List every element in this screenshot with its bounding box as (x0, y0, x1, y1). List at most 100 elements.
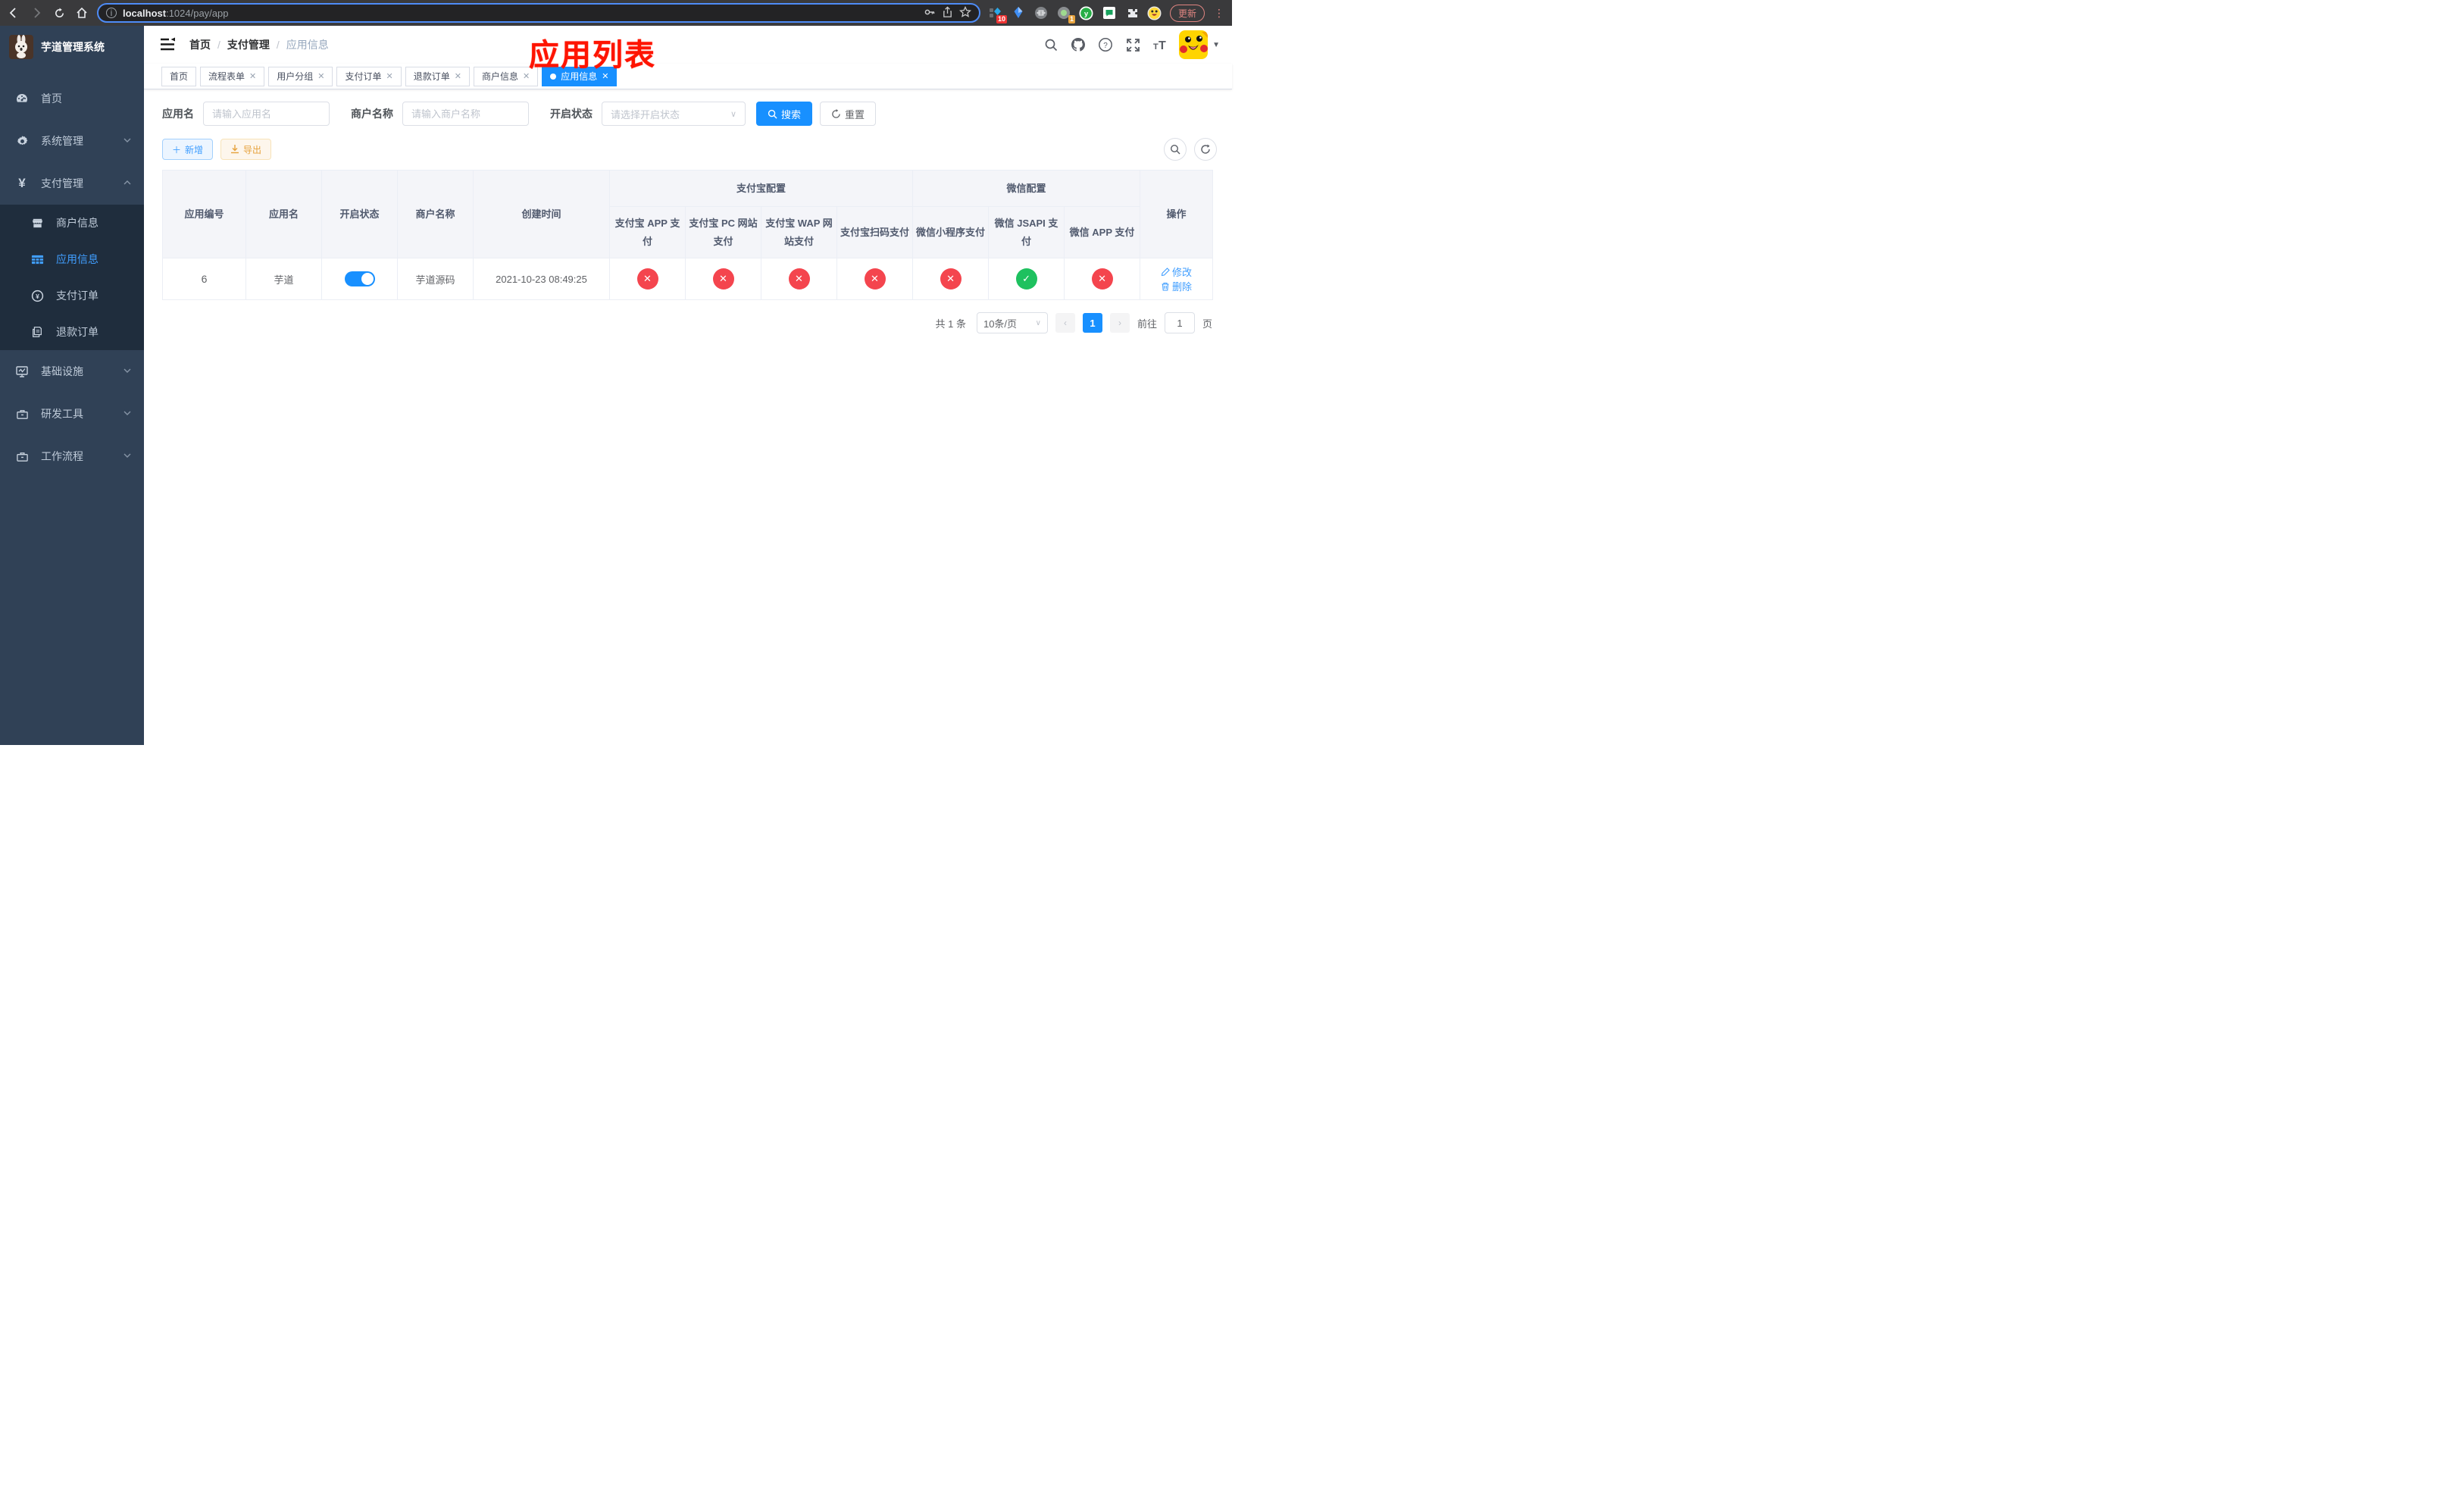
profile-emoji-icon[interactable] (1147, 5, 1162, 20)
merchant-name-input[interactable] (402, 102, 529, 126)
goto-page-input[interactable] (1164, 312, 1195, 334)
help-icon[interactable]: ? (1097, 36, 1114, 53)
address-bar[interactable]: i localhost:1024/pay/app (97, 3, 980, 23)
extension-balloon-icon[interactable] (1011, 5, 1026, 20)
sidebar: 芋道管理系统 首页 系统管理 ¥ 支付管理 商户信息 应用信息 ¥ 支付订单 退… (0, 26, 144, 745)
tab-user-group[interactable]: 用户分组 ✕ (268, 66, 333, 86)
password-key-icon[interactable] (924, 6, 936, 20)
cell-wechat-jsapi: ✓ (988, 258, 1065, 301)
tab-process-form[interactable]: 流程表单 ✕ (200, 66, 265, 86)
url-host: localhost (123, 7, 167, 19)
col-merchant: 商户名称 (397, 169, 474, 259)
sidebar-item-label: 应用信息 (56, 253, 98, 265)
status-label: 开启状态 (550, 108, 593, 120)
close-icon[interactable]: ✕ (386, 71, 393, 81)
col-app-name: 应用名 (245, 169, 322, 259)
extension-chat-icon[interactable] (1102, 5, 1117, 20)
search-icon[interactable] (1043, 36, 1059, 53)
cell-alipay-qr: ✕ (836, 258, 914, 301)
next-page-button[interactable]: › (1109, 313, 1130, 333)
page-number-1[interactable]: 1 (1082, 313, 1102, 333)
sidebar-item-pay-order[interactable]: ¥ 支付订单 (0, 277, 144, 314)
cell-app-id: 6 (162, 258, 246, 301)
bookmark-star-icon[interactable] (958, 5, 972, 20)
tab-refund-order[interactable]: 退款订单 ✕ (405, 66, 470, 86)
plus-icon: ＋ (172, 144, 182, 155)
browser-back-icon[interactable] (6, 5, 21, 20)
sidebar-item-infra[interactable]: 基础设施 (0, 350, 144, 393)
tab-pay-order[interactable]: 支付订单 ✕ (336, 66, 402, 86)
browser-forward-icon[interactable] (29, 5, 44, 20)
share-icon[interactable] (942, 6, 953, 20)
extensions-tray: 10 1 y (988, 5, 1162, 23)
wechat-jsapi-status-icon: ✓ (1015, 268, 1037, 290)
breadcrumb-home[interactable]: 首页 (189, 37, 211, 52)
browser-update-button[interactable]: 更新 (1169, 4, 1205, 22)
prev-page-button[interactable]: ‹ (1055, 313, 1075, 333)
table-tools (1164, 138, 1217, 161)
col-app-id: 应用编号 (162, 169, 246, 259)
add-button[interactable]: ＋ 新增 (162, 139, 214, 160)
sidebar-item-system[interactable]: 系统管理 (0, 120, 144, 162)
extensions-puzzle-icon[interactable] (1124, 5, 1140, 20)
alipay-pc-status-icon: ✕ (712, 268, 734, 290)
row-status-switch[interactable] (344, 271, 375, 287)
status-select[interactable]: 请选择开启状态 ∨ (602, 102, 746, 126)
extension-diamond-icon[interactable]: 10 (988, 5, 1007, 23)
sidebar-item-app-info[interactable]: 应用信息 (0, 241, 144, 277)
top-navbar: 首页 / 支付管理 / 应用信息 ? T T ▼ (144, 26, 1232, 64)
url-path: :1024/pay/app (166, 7, 229, 19)
show-search-icon-button[interactable] (1164, 138, 1187, 161)
extension-command-icon[interactable] (1033, 5, 1049, 20)
close-icon[interactable]: ✕ (249, 71, 256, 81)
browser-reload-icon[interactable] (52, 5, 67, 20)
app-title: 芋道管理系统 (41, 41, 105, 53)
edit-link[interactable]: 修改 (1161, 265, 1192, 279)
close-icon[interactable]: ✕ (455, 71, 461, 81)
sidebar-item-merchant-info[interactable]: 商户信息 (0, 205, 144, 241)
sidebar-logo[interactable]: 芋道管理系统 (0, 26, 144, 68)
sidebar-item-label: 基础设施 (41, 365, 83, 377)
col-group-wechat: 微信配置 (912, 169, 1141, 208)
col-alipay-app: 支付宝 APP 支付 (609, 206, 686, 259)
font-size-icon[interactable]: TT (1152, 36, 1168, 53)
breadcrumb-pay[interactable]: 支付管理 (227, 37, 270, 52)
user-menu[interactable]: ▼ (1179, 30, 1220, 59)
delete-link[interactable]: 删除 (1161, 279, 1192, 293)
fullscreen-icon[interactable] (1124, 36, 1141, 53)
browser-menu-icon[interactable]: ⋮ (1212, 7, 1226, 20)
sidebar-item-pay[interactable]: ¥ 支付管理 (0, 162, 144, 205)
sidebar-toggle-icon[interactable] (159, 36, 176, 53)
reset-button[interactable]: 重置 (820, 102, 877, 126)
sidebar-item-dev-tools[interactable]: 研发工具 (0, 393, 144, 435)
extension-y-icon[interactable]: y (1079, 5, 1094, 20)
github-icon[interactable] (1070, 36, 1087, 53)
pagination: 共 1 条 10条/页 ∨ ‹ 1 › 前往 页 (162, 312, 1212, 334)
search-form: 应用名 商户名称 开启状态 请选择开启状态 ∨ 搜索 重置 (162, 102, 1217, 126)
site-info-icon[interactable]: i (106, 8, 117, 18)
chevron-down-icon (123, 450, 132, 462)
url-text[interactable]: localhost:1024/pay/app (123, 8, 918, 19)
app-name-input[interactable] (203, 102, 330, 126)
close-icon[interactable]: ✕ (317, 71, 324, 81)
col-wechat-app: 微信 APP 支付 (1064, 206, 1141, 259)
user-avatar[interactable] (1179, 30, 1209, 59)
alipay-wap-status-icon: ✕ (788, 268, 810, 290)
tab-home[interactable]: 首页 (161, 66, 197, 86)
col-status: 开启状态 (321, 169, 398, 259)
page-size-select[interactable]: 10条/页 ∨ (976, 312, 1048, 334)
search-button[interactable]: 搜索 (756, 102, 813, 126)
svg-text:y: y (1084, 10, 1089, 18)
refresh-icon-button[interactable] (1194, 138, 1217, 161)
wechat-mini-status-icon: ✕ (940, 268, 962, 290)
browser-toolbar: i localhost:1024/pay/app 10 1 y 更新 ⋮ (0, 0, 1232, 26)
sidebar-item-workflow[interactable]: 工作流程 (0, 435, 144, 477)
sidebar-item-home[interactable]: 首页 (0, 77, 144, 120)
sidebar-item-label: 支付管理 (41, 177, 83, 189)
sidebar-item-refund-order[interactable]: 退款订单 (0, 314, 144, 350)
extension-record-icon[interactable]: 1 (1056, 5, 1075, 23)
export-button[interactable]: 导出 (220, 139, 272, 160)
svg-text:¥: ¥ (36, 292, 39, 299)
browser-home-icon[interactable] (74, 5, 89, 20)
sidebar-menu: 首页 系统管理 ¥ 支付管理 商户信息 应用信息 ¥ 支付订单 退款订单 基础设… (0, 68, 144, 745)
